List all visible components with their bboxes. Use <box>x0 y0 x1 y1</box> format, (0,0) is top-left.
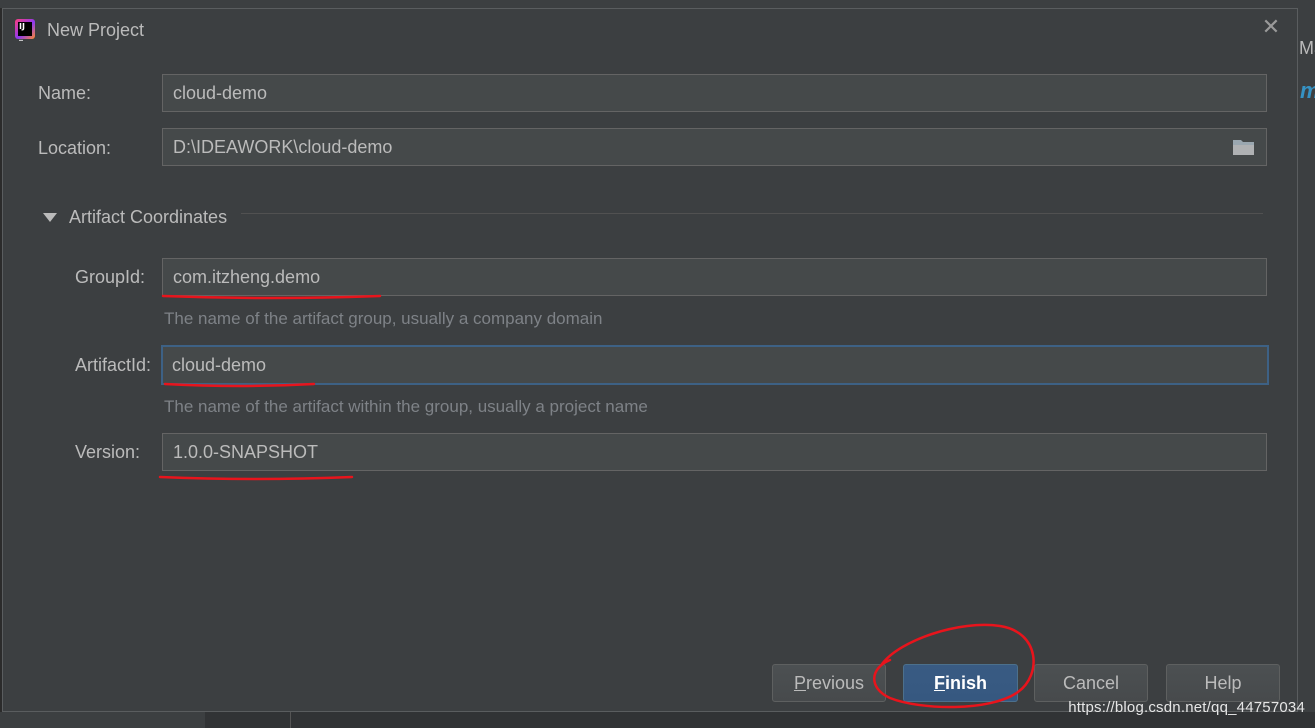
folder-icon[interactable] <box>1232 137 1256 157</box>
help-button[interactable]: Help <box>1166 664 1280 702</box>
ide-right-panel <box>1298 0 1315 728</box>
close-icon[interactable]: ✕ <box>1259 15 1283 39</box>
cancel-button[interactable]: Cancel <box>1034 664 1148 702</box>
finish-mnemonic: F <box>933 673 945 693</box>
new-project-dialog: IJ_ New Project ✕ Name: Location: Artifa… <box>2 8 1298 712</box>
intellij-logo-icon: IJ _ <box>15 19 35 41</box>
ide-right-panel-text: Ma <box>1299 38 1315 58</box>
groupid-hint: The name of the artifact group, usually … <box>164 309 603 328</box>
artifactid-hint: The name of the artifact within the grou… <box>164 397 648 416</box>
finish-label: inish <box>944 673 987 693</box>
version-input[interactable] <box>162 433 1267 471</box>
section-divider <box>241 213 1263 214</box>
artifactid-input[interactable] <box>161 345 1269 385</box>
location-input[interactable] <box>162 128 1267 166</box>
groupid-label: GroupId: <box>75 267 146 287</box>
watermark: https://blog.csdn.net/qq_44757034 <box>1068 699 1305 716</box>
artifact-coordinates-toggle[interactable]: Artifact Coordinates <box>43 205 227 229</box>
previous-button[interactable]: Previous <box>772 664 886 702</box>
name-input[interactable] <box>162 74 1267 112</box>
artifactid-label: ArtifactId: <box>75 355 152 375</box>
previous-label: revious <box>805 673 865 693</box>
ide-right-panel-accent: m <box>1300 78 1315 104</box>
expand-triangle-icon <box>43 212 57 222</box>
location-label: Location: <box>38 138 112 158</box>
previous-mnemonic: P <box>793 673 806 693</box>
ide-status-bar-divider <box>290 712 291 728</box>
section-title: Artifact Coordinates <box>69 206 228 227</box>
groupid-input[interactable] <box>162 258 1267 296</box>
ide-status-bar-left <box>0 712 205 728</box>
name-label: Name: <box>38 83 92 103</box>
ide-breadcrumb-bar <box>0 0 1315 8</box>
finish-button[interactable]: Finish <box>903 664 1018 702</box>
version-label: Version: <box>75 442 141 462</box>
dialog-title: New Project <box>47 20 145 40</box>
